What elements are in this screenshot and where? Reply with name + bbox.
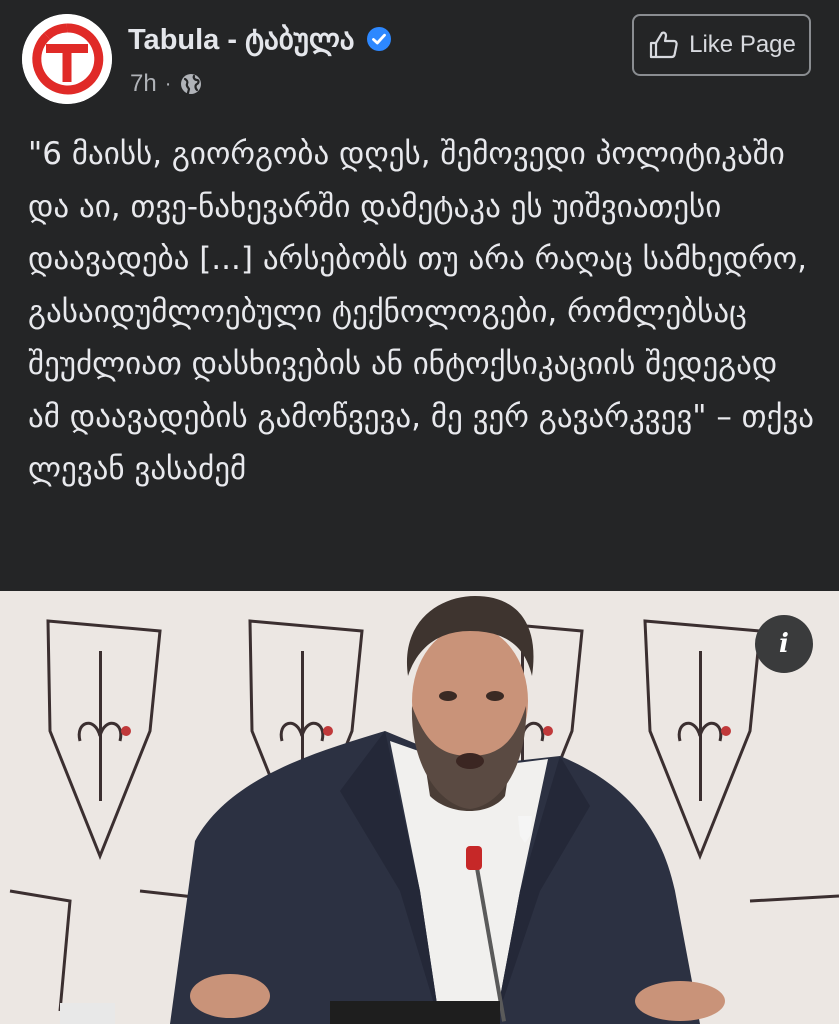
post-message: "6 მაისს, გიორგობა დღეს, შემოვედი პოლიტი…: [28, 136, 815, 487]
globe-icon: [179, 72, 203, 96]
verified-badge-icon: [365, 25, 393, 53]
page-name-row: Tabula - ტაბულა: [128, 18, 393, 60]
post-photo[interactable]: [0, 591, 839, 1024]
thumbs-up-icon: [650, 31, 678, 59]
tabula-logo-icon: [22, 14, 112, 104]
post-header: Tabula - ტაბულა 7h · Like Page: [0, 0, 839, 115]
like-page-label: Like Page: [689, 31, 796, 58]
info-icon[interactable]: i: [755, 615, 813, 673]
post-timestamp[interactable]: 7h: [130, 70, 157, 98]
post-meta: 7h ·: [130, 66, 203, 102]
page-avatar[interactable]: [22, 14, 112, 104]
like-page-button[interactable]: Like Page: [632, 14, 811, 76]
info-icon-label: i: [779, 629, 789, 659]
speaker-photo: [0, 591, 839, 1024]
facebook-post: Tabula - ტაბულა 7h · Like Page "6 მაისს,…: [0, 0, 839, 1024]
meta-separator: ·: [164, 72, 172, 95]
page-name[interactable]: Tabula - ტაბულა: [128, 22, 355, 57]
